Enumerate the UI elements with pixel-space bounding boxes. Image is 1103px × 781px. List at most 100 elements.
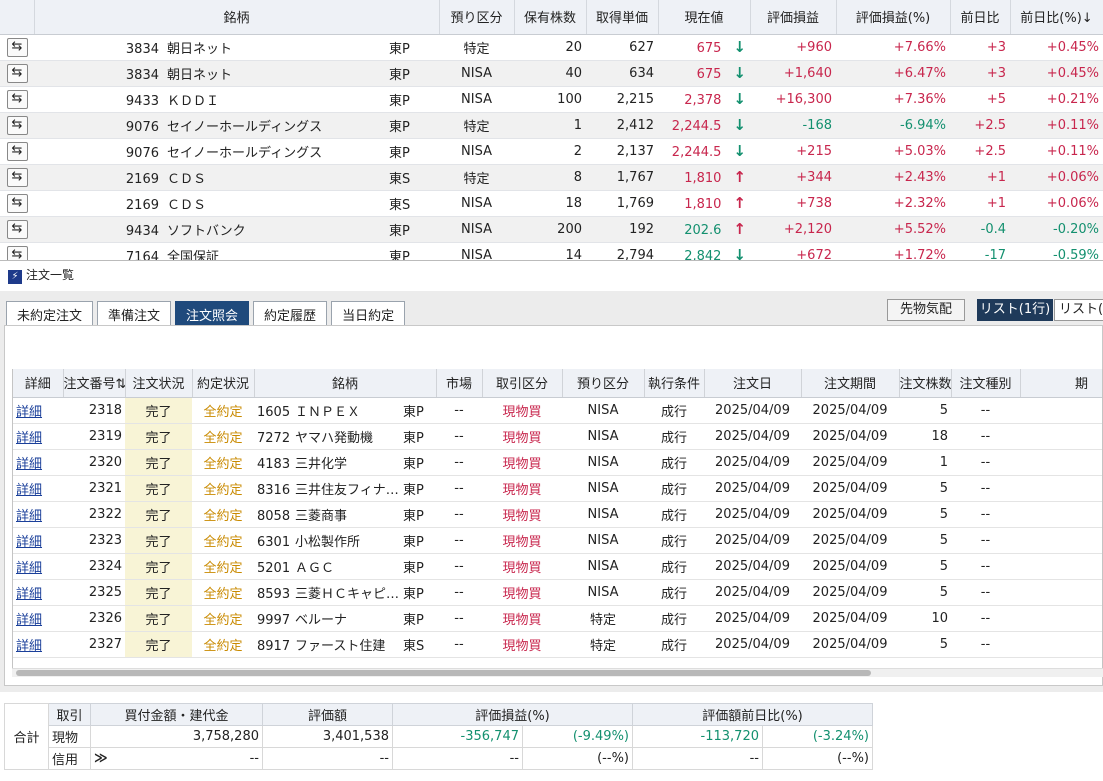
stock-code: 9076	[125, 145, 159, 161]
orders-header-cell[interactable]: 注文状況	[125, 369, 193, 398]
order-row[interactable]: 詳細 2321 完了 全約定 8316 三井住友フィナ… 東P -- 現物買 NISA 成行 2025…	[13, 475, 1102, 502]
order-row[interactable]: 詳細 2327 完了 全約定 8917 ファースト住建 東S -- 現物買 特定 成行 2025/04…	[13, 631, 1102, 658]
holding-row[interactable]: ⇆ 9434 ソフトバンク 東P NISA 200 192 202.6 ↑ +2,120 +5.52…	[0, 216, 1103, 243]
holding-row[interactable]: ⇆ 2169 ＣＤＳ 東S 特定 8 1,767 1,810 ↑ +344 +2.43% +1 +0.0…	[0, 164, 1103, 191]
orders-header-cell[interactable]: 詳細	[13, 369, 64, 398]
exec-status: 全約定	[192, 423, 254, 450]
swap-arrows-icon[interactable]: ⇆	[6, 193, 28, 213]
swap-arrows-icon[interactable]: ⇆	[6, 37, 28, 57]
swap-arrows-icon[interactable]: ⇆	[6, 89, 28, 109]
holdings-header-cell[interactable]	[0, 0, 35, 35]
shares: 100	[514, 86, 586, 113]
tab-4[interactable]: 約定履歴	[253, 301, 328, 325]
orders-header-cell[interactable]: 約定状況	[192, 369, 255, 398]
horizontal-scrollbar[interactable]	[12, 668, 1103, 677]
holdings-header-cell[interactable]: 現在値	[658, 0, 751, 35]
swap-arrows-icon[interactable]: ⇆	[6, 63, 28, 83]
orders-header-cell[interactable]: 預り区分	[562, 369, 645, 398]
stock-code: 2169	[125, 171, 159, 187]
day-change: +3	[950, 34, 1010, 61]
order-row[interactable]: 詳細 2324 完了 全約定 5201 ＡＧＣ 東P -- 現物買 NISA 成行 2025/04/0…	[13, 553, 1102, 580]
orders-header-cell[interactable]: 注文日	[704, 369, 802, 398]
swap-arrows-icon[interactable]: ⇆	[6, 245, 28, 260]
orders-header-cell[interactable]: 市場	[436, 369, 483, 398]
tab-1[interactable]: 未約定注文	[6, 301, 94, 325]
orders-header-cell[interactable]: 注文株数	[899, 369, 952, 398]
list-1row-button[interactable]: リスト(1行)	[977, 299, 1053, 321]
order-kind: --	[951, 475, 1020, 502]
order-row[interactable]: 詳細 2318 完了 全約定 1605 ＩＮＰＥＸ 東P -- 現物買 NISA 成行 2025/04…	[13, 397, 1102, 424]
scrollbar-thumb[interactable]	[16, 670, 871, 676]
swap-arrows-icon[interactable]: ⇆	[6, 115, 28, 135]
unrealized-pl: +2,120	[750, 216, 836, 243]
stock-name: セイノーホールディングス	[167, 145, 323, 161]
unrealized-pl: +672	[750, 242, 836, 260]
day-change-pct: -0.59%	[1010, 242, 1103, 260]
swap-arrows-icon[interactable]: ⇆	[6, 219, 28, 239]
order-period: 2025/04/09	[801, 449, 899, 476]
order-stock-market: 東P	[403, 456, 424, 472]
holding-row[interactable]: ⇆ 3834 朝日ネット 東P NISA 40 634 675 ↓ +1,640 +6.47% +3 +…	[0, 60, 1103, 87]
arrow-down-icon: ↓	[733, 64, 746, 82]
detail-link[interactable]: 詳細	[13, 605, 63, 632]
holdings-header-cell[interactable]: 評価損益	[750, 0, 837, 35]
holdings-header-cell[interactable]: 評価損益(%)	[836, 0, 951, 35]
detail-link[interactable]: 詳細	[13, 527, 63, 554]
holdings-header-cell[interactable]: 前日比(%)↓	[1010, 0, 1103, 35]
holding-row[interactable]: ⇆ 9076 セイノーホールディングス 東P NISA 2 2,137 2,244.5 ↓ +21…	[0, 138, 1103, 165]
order-period: 2025/04/09	[801, 579, 899, 606]
tab-5[interactable]: 当日約定	[331, 301, 406, 325]
stock-name: ＫＤＤＩ	[167, 93, 220, 109]
order-status: 完了	[125, 475, 192, 502]
holdings-header-cell[interactable]: 取得単価	[586, 0, 659, 35]
row-action-cell: ⇆	[0, 34, 34, 61]
detail-link[interactable]: 詳細	[13, 423, 63, 450]
orders-header-cell[interactable]: 期	[1020, 369, 1102, 398]
exec-condition: 成行	[644, 605, 704, 632]
cost-price: 634	[586, 60, 658, 87]
orders-header-cell[interactable]: 注文種別	[951, 369, 1021, 398]
tab-2[interactable]: 準備注文	[97, 301, 172, 325]
list-2row-button[interactable]: リスト(2	[1054, 299, 1103, 321]
detail-link[interactable]: 詳細	[13, 631, 63, 658]
detail-link[interactable]: 詳細	[13, 579, 63, 606]
holdings-header-cell[interactable]: 銘柄	[34, 0, 440, 35]
orders-header-cell[interactable]: 注文期間	[801, 369, 900, 398]
orders-header-row: 詳細 注文番号⇅ 注文状況 約定状況 銘柄 市場 取引区分 預り区分 執行条件 注文日 注文期間 注文…	[13, 369, 1102, 398]
holding-row[interactable]: ⇆ 3834 朝日ネット 東P 特定 20 627 675 ↓ +960 +7.66% +3 +0.45…	[0, 34, 1103, 61]
stock-market: 東S	[389, 197, 411, 213]
detail-link[interactable]: 詳細	[13, 397, 63, 424]
orders-header-cell[interactable]: 銘柄	[254, 369, 437, 398]
swap-arrows-icon[interactable]: ⇆	[6, 167, 28, 187]
exec-status: 全約定	[192, 475, 254, 502]
order-row[interactable]: 詳細 2322 完了 全約定 8058 三菱商事 東P -- 現物買 NISA 成行 2025/04/…	[13, 501, 1102, 528]
detail-link[interactable]: 詳細	[13, 553, 63, 580]
expand-chevron-icon[interactable]: ≫	[94, 751, 108, 766]
order-row[interactable]: 詳細 2325 完了 全約定 8593 三菱ＨＣキャピ… 東P -- 現物買 NISA 成行 2025…	[13, 579, 1102, 606]
tab-3[interactable]: 注文照会	[175, 301, 250, 325]
order-row[interactable]: 詳細 2323 完了 全約定 6301 小松製作所 東P -- 現物買 NISA 成行 2025/04…	[13, 527, 1102, 554]
order-row[interactable]: 詳細 2319 完了 全約定 7272 ヤマハ発動機 東P -- 現物買 NISA 成行 2025/0…	[13, 423, 1102, 450]
orders-header-cell[interactable]: 注文番号⇅	[63, 369, 126, 398]
order-row[interactable]: 詳細 2326 完了 全約定 9997 ベルーナ 東P -- 現物買 特定 成行 2025/04/09…	[13, 605, 1102, 632]
order-date: 2025/04/09	[704, 553, 801, 580]
holding-row[interactable]: ⇆ 7164 全国保証 東P NISA 14 2,794 2,842 ↓ +672 +1.72% -1…	[0, 242, 1103, 260]
orders-header-cell[interactable]: 執行条件	[644, 369, 705, 398]
holding-row[interactable]: ⇆ 9076 セイノーホールディングス 東P 特定 1 2,412 2,244.5 ↓ -168-…	[0, 112, 1103, 139]
orders-header-cell[interactable]: 取引区分	[482, 369, 563, 398]
order-row[interactable]: 詳細 2320 完了 全約定 4183 三井化学 東P -- 現物買 NISA 成行 2025/04/…	[13, 449, 1102, 476]
cost-price: 2,137	[586, 138, 658, 165]
holding-row[interactable]: ⇆ 9433 ＫＤＤＩ 東P NISA 100 2,215 2,378 ↓ +16,300 +7.3…	[0, 86, 1103, 113]
holdings-header-cell[interactable]: 預り区分	[439, 0, 515, 35]
detail-link[interactable]: 詳細	[13, 501, 63, 528]
holdings-header-cell[interactable]: 前日比	[950, 0, 1011, 35]
day-change-pct: -0.20%	[1010, 216, 1103, 243]
order-stock-market: 東P	[403, 508, 424, 524]
detail-link[interactable]: 詳細	[13, 475, 63, 502]
holding-row[interactable]: ⇆ 2169 ＣＤＳ 東S NISA 18 1,769 1,810 ↑ +738 +2.32% +1 +…	[0, 190, 1103, 217]
swap-arrows-icon[interactable]: ⇆	[6, 141, 28, 161]
order-qty: 5	[899, 553, 951, 580]
detail-link[interactable]: 詳細	[13, 449, 63, 476]
futures-quote-button[interactable]: 先物気配	[887, 299, 965, 321]
holdings-header-cell[interactable]: 保有株数	[514, 0, 587, 35]
